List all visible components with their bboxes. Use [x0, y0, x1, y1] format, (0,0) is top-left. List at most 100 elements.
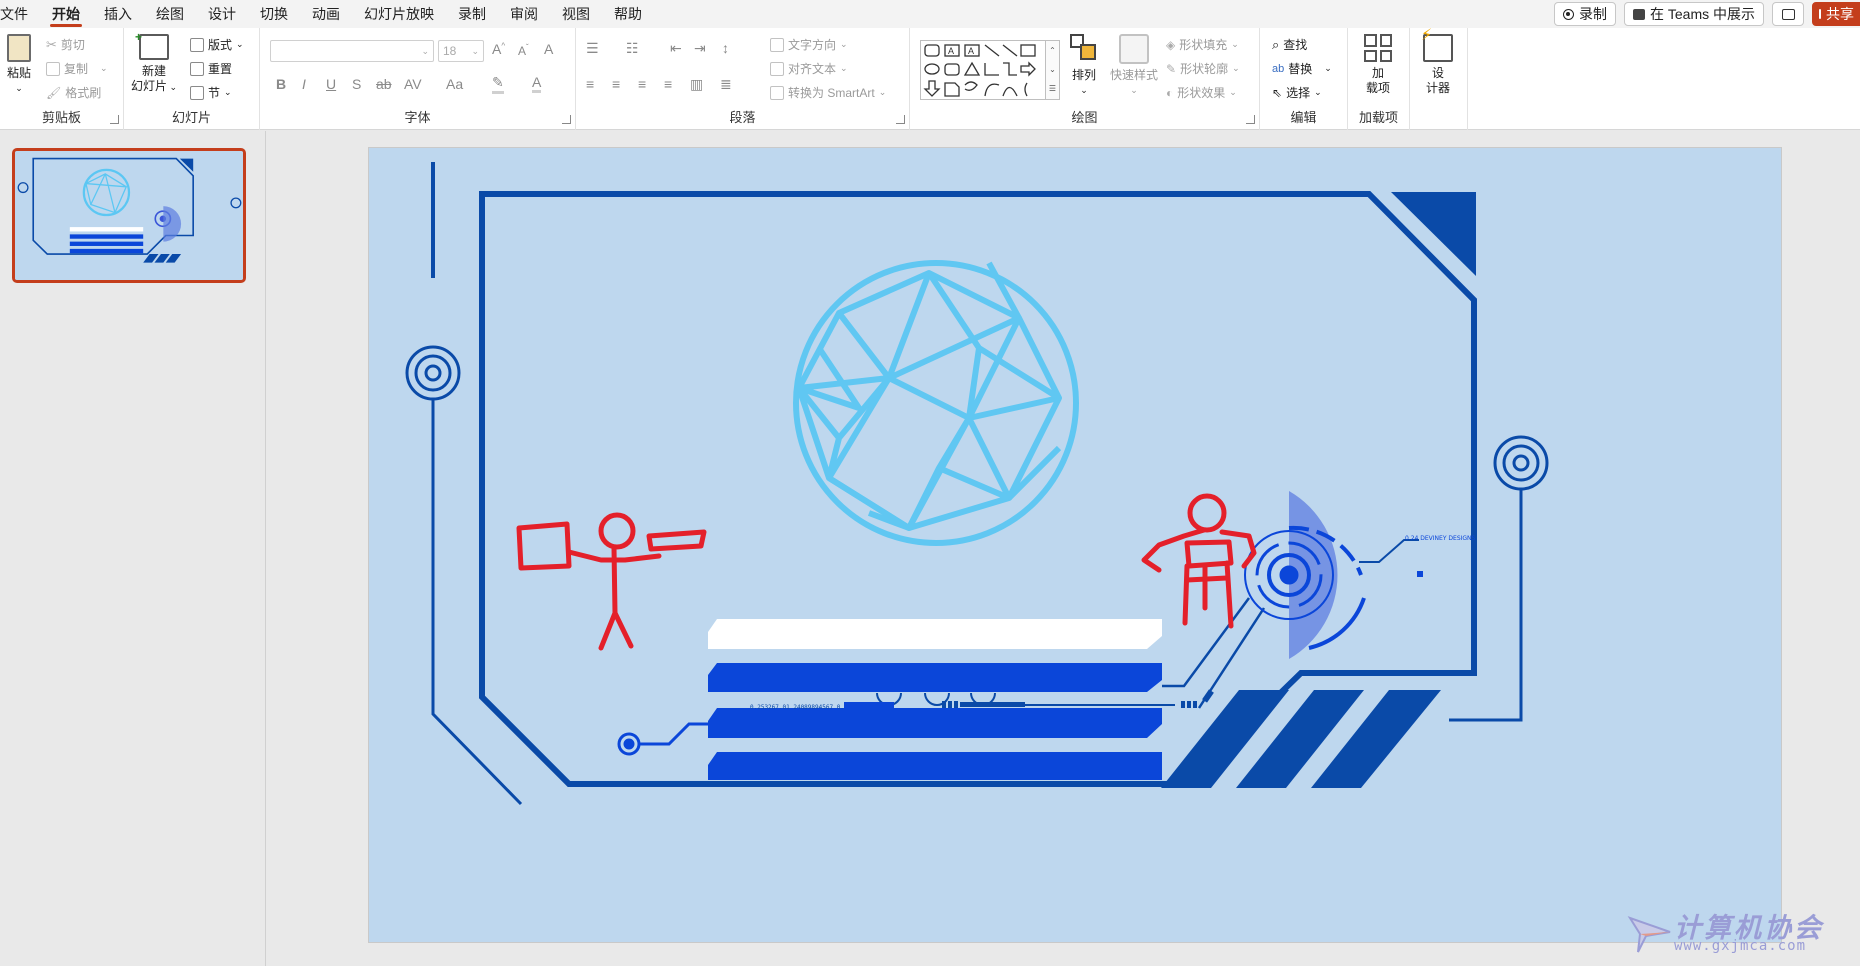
align-text-button[interactable]: 对齐文本 ⌄ — [770, 60, 848, 77]
change-case-icon[interactable]: Aa — [446, 76, 463, 92]
tab-animations[interactable]: 动画 — [300, 0, 352, 28]
increase-indent-icon[interactable]: ⇥ — [694, 40, 706, 57]
bold-icon[interactable]: B — [276, 76, 286, 92]
new-slide-icon: + — [135, 30, 169, 60]
tab-review[interactable]: 审阅 — [498, 0, 550, 28]
radar-dot — [1417, 571, 1423, 577]
reset-button[interactable]: 重置 — [190, 60, 232, 77]
highlight-icon[interactable]: ✎ — [492, 74, 504, 94]
blue-bar-3[interactable] — [708, 752, 1162, 780]
font-size-select[interactable]: 18 ⌄ — [438, 40, 484, 62]
format-painter-button[interactable]: 🖌 格式刷 — [46, 84, 101, 101]
hud-label-2: 0.253267.01 24089894567 0.24 — [750, 704, 852, 711]
tab-slideshow[interactable]: 幻灯片放映 — [352, 0, 446, 28]
shape-outline-button[interactable]: ✎ 形状轮廓 ⌄ — [1166, 60, 1240, 77]
paint-bucket-icon: ◈ — [1166, 37, 1176, 52]
shape-effects-button[interactable]: ◐ 形状效果 ⌄ — [1166, 84, 1237, 101]
text-direction-button[interactable]: 文字方向 ⌄ — [770, 36, 848, 53]
drawing-dialog-launcher[interactable] — [1246, 115, 1255, 124]
line-spacing-icon[interactable]: ↕ — [722, 40, 729, 56]
underline-icon[interactable]: U — [326, 76, 336, 92]
group-label-font: 字体 — [404, 110, 431, 125]
align-right-icon[interactable]: ≡ — [638, 76, 646, 92]
tab-transitions[interactable]: 切换 — [248, 0, 300, 28]
svg-text:A: A — [968, 46, 974, 56]
white-bar[interactable] — [708, 619, 1162, 649]
share-button[interactable]: 共享 — [1812, 2, 1860, 26]
designer-icon: ⚡ — [1421, 28, 1453, 62]
cut-button[interactable]: ✂ 剪切 — [46, 36, 85, 53]
group-label-clipboard: 剪贴板 — [41, 110, 81, 125]
tab-file[interactable]: 文件 — [0, 0, 40, 28]
tab-home[interactable]: 开始 — [40, 0, 92, 28]
shapes-gallery-scroll[interactable]: ⌃ ⌄ ☰ — [1046, 40, 1060, 100]
shape-fill-button[interactable]: ◈ 形状填充 ⌄ — [1166, 36, 1239, 53]
share-label: 共享 — [1826, 6, 1854, 22]
designer-button[interactable]: ⚡ 设 计器 — [1418, 28, 1458, 96]
font-name-select[interactable]: ⌄ — [270, 40, 434, 62]
reset-icon — [190, 61, 204, 76]
tab-draw[interactable]: 绘图 — [144, 0, 196, 28]
top-right-actions: 录制 在 Teams 中展示 共享 — [1553, 0, 1860, 28]
paragraph-dialog-launcher[interactable] — [896, 115, 905, 124]
watermark: 计算机协会 www.gxjmca.com — [1626, 906, 1850, 954]
brush-icon: 🖌 — [46, 85, 62, 100]
record-icon — [1562, 8, 1574, 20]
copy-icon — [46, 61, 60, 76]
shapes-gallery[interactable]: A A — [920, 40, 1046, 100]
share-icon — [1819, 9, 1821, 19]
blue-bar-2[interactable] — [708, 708, 1162, 738]
tab-record[interactable]: 录制 — [446, 0, 498, 28]
replace-button[interactable]: ab 替换 ⌄ — [1272, 60, 1332, 77]
tab-help[interactable]: 帮助 — [602, 0, 654, 28]
pen-icon: ✎ — [1166, 61, 1177, 76]
watermark-url: www.gxjmca.com — [1674, 938, 1807, 954]
align-left-icon[interactable]: ≡ — [586, 76, 594, 92]
decrease-indent-icon[interactable]: ⇤ — [670, 40, 682, 57]
layout-icon — [190, 37, 204, 52]
slide-thumbnail-1[interactable] — [12, 148, 246, 283]
find-button[interactable]: ⌕ 查找 — [1272, 36, 1307, 53]
data-line-block — [844, 702, 894, 709]
slide-1[interactable]: 0.253267.01 24089894567 0.24 0.24 DEVINE… — [368, 147, 1782, 943]
numbering-icon[interactable]: ☷ — [626, 40, 639, 57]
clear-format-icon[interactable]: A — [544, 41, 553, 57]
distributed-icon[interactable]: ≣ — [720, 76, 732, 93]
convert-smartart-button[interactable]: 转换为 SmartArt ⌄ — [770, 84, 886, 101]
shadow-icon[interactable]: S — [352, 76, 361, 92]
group-label-drawing: 绘图 — [1071, 110, 1098, 125]
tab-design[interactable]: 设计 — [196, 0, 248, 28]
paper-plane-logo — [1627, 916, 1671, 953]
font-dialog-launcher[interactable] — [562, 115, 571, 124]
search-icon: ⌕ — [1272, 36, 1280, 52]
comments-button[interactable] — [1772, 2, 1804, 26]
text-direction-icon — [770, 37, 784, 52]
grow-font-icon[interactable]: A^ — [492, 41, 505, 57]
shrink-font-icon[interactable]: Aˇ — [518, 43, 529, 58]
present-in-teams-button[interactable]: 在 Teams 中展示 — [1623, 2, 1764, 26]
scissors-icon: ✂ — [46, 36, 57, 52]
quick-styles-button[interactable]: 快速样式 ⌄ — [1106, 34, 1162, 98]
italic-icon[interactable]: I — [302, 76, 306, 92]
record-button[interactable]: 录制 — [1553, 2, 1616, 26]
cursor-icon: ⇖ — [1272, 85, 1283, 100]
align-center-icon[interactable]: ≡ — [612, 76, 620, 92]
clipboard-dialog-launcher[interactable] — [110, 115, 119, 124]
bullets-icon[interactable]: ☰ — [586, 40, 599, 57]
font-color-icon[interactable]: A — [532, 74, 542, 93]
char-spacing-icon[interactable]: AV — [404, 76, 422, 92]
strikethrough-icon[interactable]: ab — [376, 76, 392, 92]
select-button[interactable]: ⇖ 选择 ⌄ — [1272, 84, 1322, 101]
layout-button[interactable]: 版式 ⌄ — [190, 36, 244, 53]
section-button[interactable]: 节 ⌄ — [190, 84, 232, 101]
justify-icon[interactable]: ≡ — [664, 76, 672, 92]
tab-view[interactable]: 视图 — [550, 0, 602, 28]
blue-bar-1[interactable] — [708, 663, 1162, 692]
new-slide-button[interactable]: + 新建 幻灯片 ⌄ — [130, 30, 178, 95]
addins-button[interactable]: 加 载项 — [1358, 34, 1398, 96]
paste-button[interactable]: 粘贴 ⌄ — [4, 34, 34, 96]
columns-icon[interactable]: ▥ — [690, 76, 703, 93]
arrange-button[interactable]: 排列 ⌄ — [1068, 34, 1100, 98]
copy-button[interactable]: 复制 ⌄ — [46, 60, 108, 77]
tab-insert[interactable]: 插入 — [92, 0, 144, 28]
